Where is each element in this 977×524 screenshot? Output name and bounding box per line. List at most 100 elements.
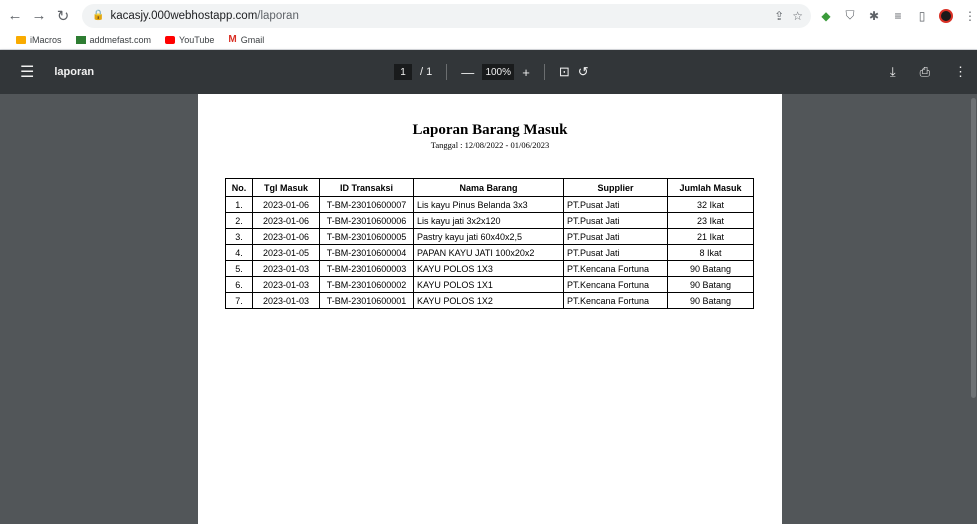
cell-transaction-id: T-BM-23010600006 bbox=[319, 212, 414, 229]
cell-quantity: 23 Ikat bbox=[667, 212, 754, 229]
reading-list-icon[interactable]: ≡ bbox=[891, 9, 905, 23]
cell-supplier: PT.Pusat Jati bbox=[563, 196, 668, 213]
report-date-range: Tanggal : 12/08/2022 - 01/06/2023 bbox=[430, 140, 550, 150]
extension-shield-icon[interactable]: ⛉ bbox=[843, 8, 857, 23]
bookmarks-bar: iMacros addmefast.com YouTube M Gmail bbox=[0, 31, 977, 50]
table-row: 2. 2023-01-06 T-BM-23010600006 Lis kayu … bbox=[225, 212, 754, 229]
extension-green-icon[interactable]: ◆ bbox=[819, 9, 833, 23]
cell-supplier: PT.Kencana Fortuna bbox=[563, 260, 668, 277]
download-icon[interactable]: ⤓ bbox=[890, 64, 896, 80]
cell-transaction-id: T-BM-23010600002 bbox=[319, 276, 414, 293]
cell-date: 2023-01-06 bbox=[252, 196, 320, 213]
youtube-icon bbox=[165, 36, 176, 44]
pdf-page: Laporan Barang Masuk Tanggal : 12/08/202… bbox=[198, 94, 782, 524]
table-header-row: No. Tgl Masuk ID Transaksi Nama Barang S… bbox=[225, 178, 754, 197]
pdf-controls: 1 / 1 — 100% + ⊡ ↺ bbox=[394, 50, 589, 94]
back-arrow-icon[interactable]: ← bbox=[4, 5, 26, 27]
profile-avatar[interactable] bbox=[939, 8, 953, 23]
cell-item-name: PAPAN KAYU JATI 100x20x2 bbox=[413, 244, 564, 261]
print-icon[interactable]: ⎙ bbox=[920, 64, 930, 80]
cell-no: 3. bbox=[225, 228, 253, 245]
table-row: 4. 2023-01-05 T-BM-23010600004 PAPAN KAY… bbox=[225, 244, 754, 261]
zoom-input[interactable]: 100% bbox=[482, 64, 515, 80]
cell-supplier: PT.Kencana Fortuna bbox=[563, 292, 668, 309]
address-bar[interactable]: 🔒 kacasjy.000webhostapp.com/laporan ⇪ ☆ bbox=[82, 3, 811, 28]
report-table: No. Tgl Masuk ID Transaksi Nama Barang S… bbox=[225, 178, 754, 309]
lock-icon[interactable]: 🔒 bbox=[92, 10, 104, 21]
url-text: kacasjy.000webhostapp.com/laporan bbox=[110, 10, 298, 22]
bookmark-label: YouTube bbox=[179, 35, 215, 45]
share-icon[interactable]: ⇪ bbox=[774, 9, 784, 23]
table-row: 5. 2023-01-03 T-BM-23010600003 KAYU POLO… bbox=[225, 260, 754, 277]
bookmark-gmail[interactable]: M Gmail bbox=[228, 35, 265, 46]
side-panel-icon[interactable]: ▯ bbox=[915, 9, 929, 23]
cell-transaction-id: T-BM-23010600001 bbox=[319, 292, 414, 309]
fit-page-icon[interactable]: ⊡ bbox=[559, 64, 570, 80]
bookmark-label: iMacros bbox=[30, 35, 62, 45]
omnibox-actions: ⇪ ☆ bbox=[774, 9, 811, 23]
zoom-in-icon[interactable]: + bbox=[522, 65, 530, 80]
column-header: Nama Barang bbox=[413, 178, 564, 197]
column-header: ID Transaksi bbox=[319, 178, 414, 197]
bookmark-imacros[interactable]: iMacros bbox=[16, 35, 62, 45]
zoom-out-icon[interactable]: — bbox=[461, 65, 474, 80]
cell-supplier: PT.Pusat Jati bbox=[563, 212, 668, 229]
column-header: Tgl Masuk bbox=[252, 178, 320, 197]
toolbar-divider bbox=[446, 64, 448, 80]
scrollbar-thumb[interactable] bbox=[971, 98, 976, 398]
document-title: laporan bbox=[54, 66, 95, 78]
report-title: Laporan Barang Masuk bbox=[412, 122, 568, 138]
cell-item-name: KAYU POLOS 1X2 bbox=[413, 292, 564, 309]
extensions-area: ◆ ⛉ ✱ ≡ ▯ ⋮ bbox=[819, 8, 977, 23]
toolbar-divider bbox=[543, 64, 545, 80]
cell-quantity: 8 Ikat bbox=[667, 244, 754, 261]
cell-transaction-id: T-BM-23010600005 bbox=[319, 228, 414, 245]
folder-icon bbox=[16, 36, 26, 44]
kebab-menu-icon[interactable]: ⋮ bbox=[963, 9, 977, 23]
addmefast-icon bbox=[75, 36, 86, 44]
column-header: Supplier bbox=[563, 178, 668, 197]
cell-item-name: KAYU POLOS 1X3 bbox=[413, 260, 564, 277]
cell-date: 2023-01-06 bbox=[252, 228, 320, 245]
reload-icon[interactable]: ↻ bbox=[52, 5, 74, 27]
bookmark-label: Gmail bbox=[240, 35, 265, 45]
page-total: / 1 bbox=[420, 66, 433, 78]
rotate-icon[interactable]: ↺ bbox=[578, 64, 589, 80]
cell-item-name: Lis kayu Pinus Belanda 3x3 bbox=[413, 196, 564, 213]
pdf-actions: ⤓ ⎙ ⋮ bbox=[890, 50, 967, 94]
cell-supplier: PT.Kencana Fortuna bbox=[563, 276, 668, 293]
cell-date: 2023-01-05 bbox=[252, 244, 320, 261]
column-header: Jumlah Masuk bbox=[667, 178, 754, 197]
url-host: kacasjy.000webhostapp.com bbox=[110, 9, 258, 22]
cell-no: 1. bbox=[225, 196, 253, 213]
bookmark-label: addmefast.com bbox=[89, 35, 152, 45]
cell-quantity: 21 Ikat bbox=[667, 228, 754, 245]
cell-no: 5. bbox=[225, 260, 253, 277]
pdf-viewer[interactable]: Laporan Barang Masuk Tanggal : 12/08/202… bbox=[0, 94, 977, 524]
table-row: 7. 2023-01-03 T-BM-23010600001 KAYU POLO… bbox=[225, 292, 754, 309]
cell-no: 6. bbox=[225, 276, 253, 293]
bookmark-star-icon[interactable]: ☆ bbox=[792, 9, 803, 23]
bookmark-youtube[interactable]: YouTube bbox=[165, 35, 214, 45]
cell-item-name: Lis kayu jati 3x2x120 bbox=[413, 212, 564, 229]
bookmark-addmefast[interactable]: addmefast.com bbox=[75, 35, 152, 45]
cell-no: 2. bbox=[225, 212, 253, 229]
forward-arrow-icon[interactable]: → bbox=[28, 5, 50, 27]
cell-transaction-id: T-BM-23010600004 bbox=[319, 244, 414, 261]
table-row: 3. 2023-01-06 T-BM-23010600005 Pastry ka… bbox=[225, 228, 754, 245]
cell-quantity: 90 Batang bbox=[667, 260, 754, 277]
url-path: /laporan bbox=[257, 9, 299, 22]
cell-quantity: 90 Batang bbox=[667, 292, 754, 309]
page-number-input[interactable]: 1 bbox=[394, 64, 412, 80]
column-header: No. bbox=[225, 178, 253, 197]
cell-item-name: Pastry kayu jati 60x40x2,5 bbox=[413, 228, 564, 245]
viewer-scrollbar[interactable] bbox=[969, 94, 977, 524]
table-row: 1. 2023-01-06 T-BM-23010600007 Lis kayu … bbox=[225, 196, 754, 213]
extensions-puzzle-icon[interactable]: ✱ bbox=[867, 9, 881, 23]
pdf-toolbar: ☰ laporan 1 / 1 — 100% + ⊡ ↺ ⤓ ⎙ ⋮ bbox=[0, 50, 977, 94]
hamburger-menu-icon[interactable]: ☰ bbox=[20, 62, 34, 82]
cell-supplier: PT.Pusat Jati bbox=[563, 244, 668, 261]
table-row: 6. 2023-01-03 T-BM-23010600002 KAYU POLO… bbox=[225, 276, 754, 293]
more-options-icon[interactable]: ⋮ bbox=[954, 64, 967, 80]
cell-transaction-id: T-BM-23010600007 bbox=[319, 196, 414, 213]
